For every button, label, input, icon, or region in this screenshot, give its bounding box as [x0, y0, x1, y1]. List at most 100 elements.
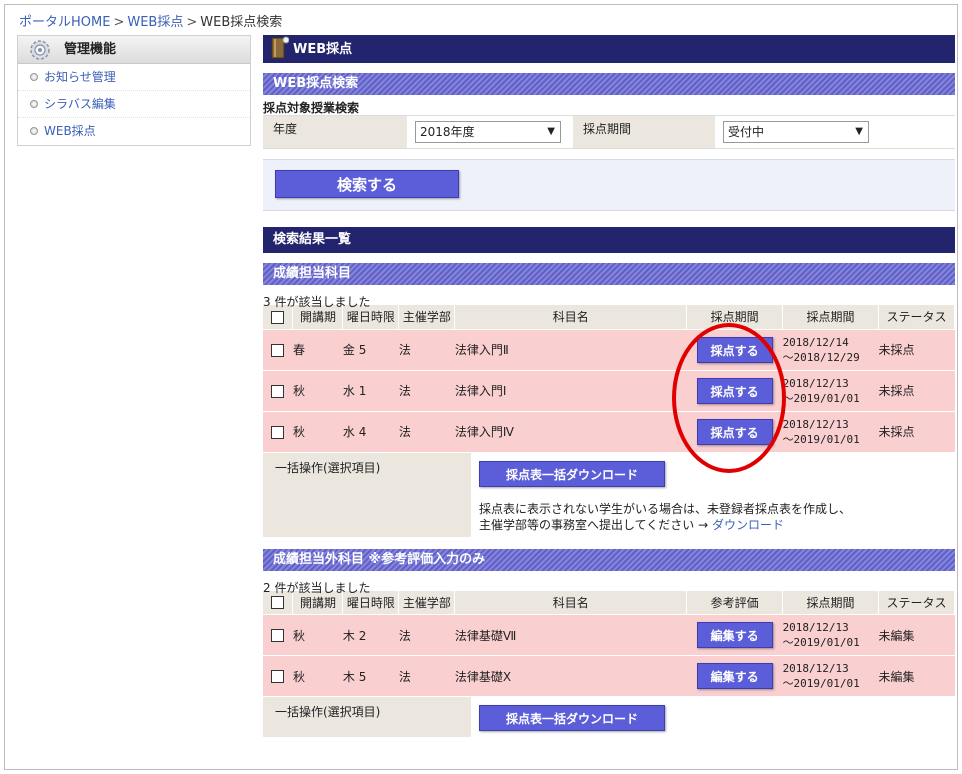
- period-from: 2018/12/13: [782, 662, 849, 675]
- status-cell: 未採点: [878, 329, 955, 371]
- faculty-cell: 法: [398, 655, 455, 697]
- column-header: 採点期間: [782, 590, 880, 615]
- period-from: 2018/12/13: [782, 376, 849, 390]
- column-header: 曜日時限: [342, 590, 400, 615]
- search-form-row: 年度 2018年度 ▼ 採点期間 受付中 ▼: [263, 115, 955, 149]
- sidebar-item-web-grading[interactable]: WEB採点: [18, 118, 250, 145]
- status-cell: 未編集: [878, 655, 955, 697]
- other-subjects-header: 成績担当外科目 ※参考評価入力のみ: [263, 548, 955, 571]
- period-cell: 2018/12/13 ～2019/01/01: [782, 370, 879, 412]
- page-frame: ポータルHOME > WEB採点 > WEB採点検索 管理機能 お知らせ管理 シラバス編…: [4, 4, 958, 770]
- sidebar-title: 管理機能: [64, 42, 117, 57]
- row-checkbox-cell: [263, 370, 293, 412]
- sidebar-item-label: お知らせ管理: [44, 70, 116, 84]
- sidebar-item-news[interactable]: お知らせ管理: [18, 64, 250, 91]
- bulk-download-button[interactable]: 採点表一括ダウンロード: [479, 460, 665, 487]
- search-button[interactable]: 検索する: [275, 170, 459, 198]
- breadcrumb-home-link[interactable]: ポータルHOME: [19, 15, 110, 30]
- period-from: 2018/12/14: [782, 335, 849, 349]
- slot-cell: 木 2: [342, 614, 399, 656]
- table-row: 秋 木 2 法 法律基礎Ⅶ 編集する 2018/12/13 ～2019/01/01…: [263, 614, 955, 656]
- page-title: WEB採点: [293, 42, 353, 57]
- term-cell: 秋: [292, 370, 343, 412]
- year-label: 年度: [263, 116, 407, 148]
- breadcrumb-web-grading-link[interactable]: WEB採点: [127, 15, 183, 30]
- search-sub-label: 採点対象授業検索: [263, 101, 360, 115]
- bullet-icon: [30, 126, 38, 135]
- table-row: 秋 水 1 法 法律入門Ⅰ 採点する 2018/12/13 ～2019/01/01…: [263, 370, 955, 412]
- row-checkbox[interactable]: [271, 629, 285, 642]
- column-header: 開講期: [292, 590, 344, 615]
- breadcrumb-separator: >: [113, 15, 125, 30]
- slot-cell: 水 4: [342, 411, 399, 453]
- assigned-subjects-table: 開講期 曜日時限 主催学部 科目名 採点期間 採点期間 ステータス 春 金 5 …: [263, 305, 955, 453]
- year-select[interactable]: 2018年度 ▼: [415, 121, 561, 143]
- period-cell: 2018/12/13 ～2019/01/01: [782, 655, 879, 697]
- period-select-value: 受付中: [728, 125, 765, 139]
- sidebar-header: 管理機能: [18, 36, 250, 64]
- row-checkbox[interactable]: [271, 343, 285, 357]
- column-header: ステータス: [878, 590, 955, 615]
- row-checkbox-cell: [263, 329, 293, 371]
- period-cell: 受付中 ▼: [715, 116, 955, 148]
- row-checkbox[interactable]: [271, 384, 285, 398]
- period-cell: 2018/12/13 ～2019/01/01: [782, 614, 879, 656]
- status-cell: 未採点: [878, 370, 955, 412]
- book-icon: [271, 36, 289, 59]
- bulk-download-button[interactable]: 採点表一括ダウンロード: [479, 705, 665, 731]
- period-to: ～2019/01/01: [782, 677, 860, 690]
- dropdown-arrow-icon: ▼: [855, 126, 863, 137]
- period-select[interactable]: 受付中 ▼: [723, 121, 869, 143]
- bulk-label: 一括操作(選択項目): [275, 705, 381, 719]
- column-header: 主催学部: [398, 305, 456, 330]
- term-cell: 春: [292, 329, 343, 371]
- column-header: 参考評価: [686, 590, 784, 615]
- row-checkbox-cell: [263, 614, 293, 656]
- note-line-2: 主催学部等の事務室へ提出してください → ダウンロード: [479, 517, 955, 533]
- breadcrumb-current: WEB採点検索: [200, 15, 283, 30]
- period-to: ～2018/12/29: [782, 350, 860, 364]
- period-from: 2018/12/13: [782, 417, 849, 431]
- sidebar-item-label: シラバス編集: [44, 97, 116, 111]
- bulk-operation-row: 一括操作(選択項目) 採点表一括ダウンロード: [263, 697, 955, 737]
- breadcrumb-separator: >: [186, 15, 198, 30]
- sidebar-item-label: WEB採点: [44, 124, 96, 138]
- row-checkbox[interactable]: [271, 425, 285, 439]
- assigned-subjects-header: 成績担当科目: [263, 263, 955, 285]
- term-cell: 秋: [292, 655, 343, 697]
- faculty-cell: 法: [398, 329, 455, 371]
- period-to: ～2019/01/01: [782, 432, 860, 446]
- slot-cell: 水 1: [342, 370, 399, 412]
- search-button-area: 検索する: [263, 159, 955, 211]
- select-all-checkbox[interactable]: [271, 310, 285, 324]
- bulk-content: 採点表一括ダウンロード: [471, 697, 955, 737]
- table-row: 秋 水 4 法 法律入門Ⅳ 採点する 2018/12/13 ～2019/01/01…: [263, 411, 955, 453]
- subject-cell: 法律入門Ⅳ: [454, 411, 687, 453]
- bullet-icon: [30, 99, 38, 108]
- bulk-label: 一括操作(選択項目): [275, 460, 381, 475]
- highlight-circle: [672, 323, 786, 473]
- period-from: 2018/12/13: [782, 621, 849, 634]
- action-cell: 編集する: [686, 655, 783, 697]
- bulk-operation-row: 一括操作(選択項目) 採点表一括ダウンロード 採点表に表示されない学生がいる場合…: [263, 452, 955, 537]
- row-checkbox-cell: [263, 411, 293, 453]
- column-header: 採点期間: [782, 305, 880, 330]
- other-result-count: 2 件が該当しました: [263, 580, 371, 595]
- faculty-cell: 法: [398, 614, 455, 656]
- edit-button[interactable]: 編集する: [696, 622, 773, 648]
- row-checkbox[interactable]: [271, 670, 285, 683]
- select-all-checkbox[interactable]: [271, 596, 285, 610]
- column-header: 科目名: [454, 590, 688, 615]
- faculty-cell: 法: [398, 370, 455, 412]
- column-header: 開講期: [292, 305, 344, 330]
- download-link[interactable]: ダウンロード: [712, 518, 784, 532]
- bullet-icon: [30, 72, 38, 81]
- edit-button[interactable]: 編集する: [696, 663, 773, 689]
- sidebar-item-syllabus[interactable]: シラバス編集: [18, 91, 250, 118]
- search-section-header: WEB採点検索: [263, 73, 955, 95]
- results-header: 検索結果一覧: [263, 227, 955, 253]
- action-cell: 編集する: [686, 614, 783, 656]
- unregistered-note: 採点表に表示されない学生がいる場合は、未登録者採点表を作成し、 主催学部等の事務…: [479, 501, 955, 533]
- table-header-row: 開講期 曜日時限 主催学部 科目名 採点期間 採点期間 ステータス: [263, 305, 955, 330]
- column-header: ステータス: [878, 305, 955, 330]
